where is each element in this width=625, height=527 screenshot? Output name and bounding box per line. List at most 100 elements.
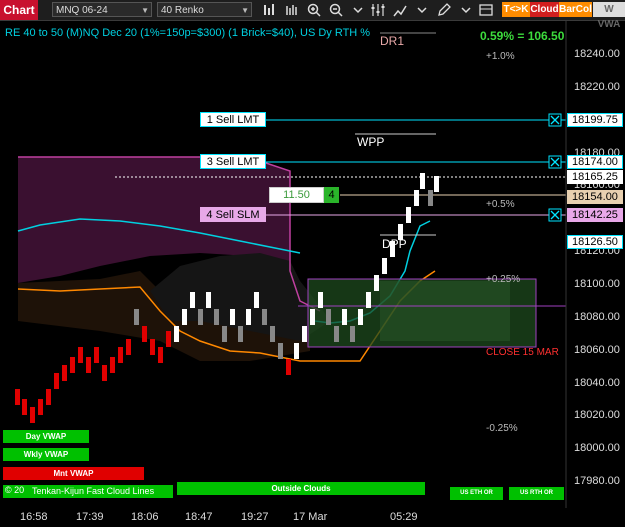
- bars-icon[interactable]: [284, 2, 300, 18]
- renko-brick: [428, 190, 433, 206]
- renko-brick: [230, 309, 235, 325]
- order-tag-sell-lmt-3[interactable]: 3 Sell LMT: [200, 154, 266, 169]
- chart-title: Chart: [0, 0, 38, 20]
- x-tick: 17 Mar: [293, 511, 328, 523]
- price-tag: 18174.00: [567, 155, 623, 169]
- chart-panel[interactable]: RE 40 to 50 (M)NQ Dec 20 (1%=150p=$300) …: [0, 21, 625, 508]
- strategy-icon[interactable]: [392, 2, 408, 18]
- y-tick: 18060.00: [574, 343, 620, 356]
- session-change: 0.59% = 106.50: [480, 29, 565, 43]
- renko-brick: [15, 389, 20, 405]
- renko-brick: [206, 292, 211, 308]
- renko-brick: [278, 343, 283, 359]
- renko-brick: [334, 326, 339, 342]
- copyright-label: © 20: [5, 485, 25, 495]
- renko-brick: [150, 339, 155, 355]
- renko-brick: [414, 190, 419, 206]
- cloud-lines-button[interactable]: Tenkan-Kijun Fast Cloud Lines: [32, 486, 154, 496]
- bar-type-selector[interactable]: 40 Renko ▼: [157, 2, 252, 17]
- pct-label: +0.25%: [486, 274, 521, 285]
- us-rth-or-button[interactable]: US RTH OR: [509, 487, 564, 500]
- chart-trader-icon[interactable]: [478, 2, 494, 18]
- position-pnl[interactable]: 11.50: [269, 187, 324, 203]
- chart-toolbar: Chart MNQ 06-24 ▼ 40 Renko ▼ T<>K Cloud …: [0, 0, 625, 30]
- zoom-out-icon[interactable]: [328, 2, 344, 18]
- chevron-down-icon[interactable]: [414, 2, 430, 18]
- renko-brick: [294, 343, 299, 359]
- y-tick: 18080.00: [574, 310, 620, 323]
- renko-brick: [94, 347, 99, 363]
- renko-brick: [222, 326, 227, 342]
- renko-brick: [434, 176, 439, 192]
- x-tick: 16:58: [20, 511, 48, 523]
- price-tag: 18126.50: [567, 235, 623, 249]
- y-tick: 18220.00: [574, 80, 620, 93]
- renko-brick: [46, 389, 51, 405]
- y-tick: 18020.00: [574, 409, 620, 422]
- renko-brick: [270, 326, 275, 342]
- renko-brick: [30, 407, 35, 423]
- dpp-label: DPP: [382, 237, 407, 251]
- renko-brick: [110, 357, 115, 373]
- renko-brick: [198, 309, 203, 325]
- renko-brick: [326, 309, 331, 325]
- renko-brick: [342, 309, 347, 325]
- weekly-vwap-button[interactable]: Wkly VWAP: [3, 448, 89, 461]
- x-tick: 19:27: [241, 511, 269, 523]
- tk-button[interactable]: T<>K: [502, 2, 530, 17]
- order-tag-sell-slm-4[interactable]: 4 Sell SLM: [200, 207, 266, 222]
- cancel-order-4-icon[interactable]: [548, 208, 562, 222]
- outside-clouds-button[interactable]: Outside Clouds: [177, 482, 425, 495]
- wpp-label: WPP: [357, 135, 385, 149]
- y-tick: 17980.00: [574, 475, 620, 488]
- bar-chart-icon[interactable]: [262, 2, 278, 18]
- renko-brick: [310, 309, 315, 325]
- monthly-vwap-button[interactable]: Mnt VWAP: [3, 467, 144, 480]
- renko-brick: [302, 326, 307, 342]
- position-qty[interactable]: 4: [324, 187, 339, 203]
- pencil-icon[interactable]: [436, 2, 452, 18]
- time-axis[interactable]: 16:58 17:39 18:06 18:47 19:27 17 Mar 05:…: [0, 508, 625, 527]
- zoom-in-icon[interactable]: [306, 2, 322, 18]
- renko-brick: [374, 275, 379, 291]
- renko-brick: [246, 309, 251, 325]
- order-tag-sell-lmt-1[interactable]: 1 Sell LMT: [200, 112, 266, 127]
- price-tag: 18142.25: [567, 208, 623, 222]
- renko-brick: [166, 331, 171, 347]
- renko-brick: [238, 326, 243, 342]
- barcol-button[interactable]: BarCol: [559, 2, 592, 17]
- renko-brick: [406, 207, 411, 223]
- chevron-down-icon[interactable]: [458, 2, 474, 18]
- renko-brick: [182, 309, 187, 325]
- bar-type-value: 40 Renko: [161, 5, 204, 16]
- vwap-button[interactable]: W VWA: [593, 2, 625, 30]
- properties-icon[interactable]: [370, 2, 386, 18]
- day-vwap-button[interactable]: Day VWAP: [3, 430, 89, 443]
- y-tick: 18240.00: [574, 48, 620, 60]
- renko-brick: [118, 347, 123, 363]
- x-tick: 05:29: [390, 511, 418, 523]
- renko-brick: [158, 347, 163, 363]
- price-tag: 18154.00: [567, 190, 623, 204]
- renko-brick: [54, 373, 59, 389]
- price-tag: 18199.75: [567, 113, 623, 127]
- renko-brick: [382, 258, 387, 274]
- dr1-label: DR1: [380, 34, 405, 48]
- chevron-down-icon: ▼: [141, 6, 149, 15]
- cloud-button[interactable]: Cloud: [530, 2, 559, 17]
- pct-label: -0.25%: [486, 423, 518, 434]
- us-eth-or-button[interactable]: US ETH OR: [450, 487, 503, 500]
- y-tick: 18100.00: [574, 277, 620, 290]
- renko-brick: [254, 292, 259, 308]
- chevron-down-icon: ▼: [241, 6, 249, 15]
- renko-brick: [134, 309, 139, 325]
- renko-brick: [62, 365, 67, 381]
- opening-range-inner: [380, 281, 510, 341]
- cancel-order-1-icon[interactable]: [548, 113, 562, 127]
- renko-brick: [126, 339, 131, 355]
- instrument-selector[interactable]: MNQ 06-24 ▼: [52, 2, 152, 17]
- renko-brick: [318, 292, 323, 308]
- renko-brick: [262, 309, 267, 325]
- cancel-order-3-icon[interactable]: [548, 155, 562, 169]
- chevron-down-icon[interactable]: [350, 2, 366, 18]
